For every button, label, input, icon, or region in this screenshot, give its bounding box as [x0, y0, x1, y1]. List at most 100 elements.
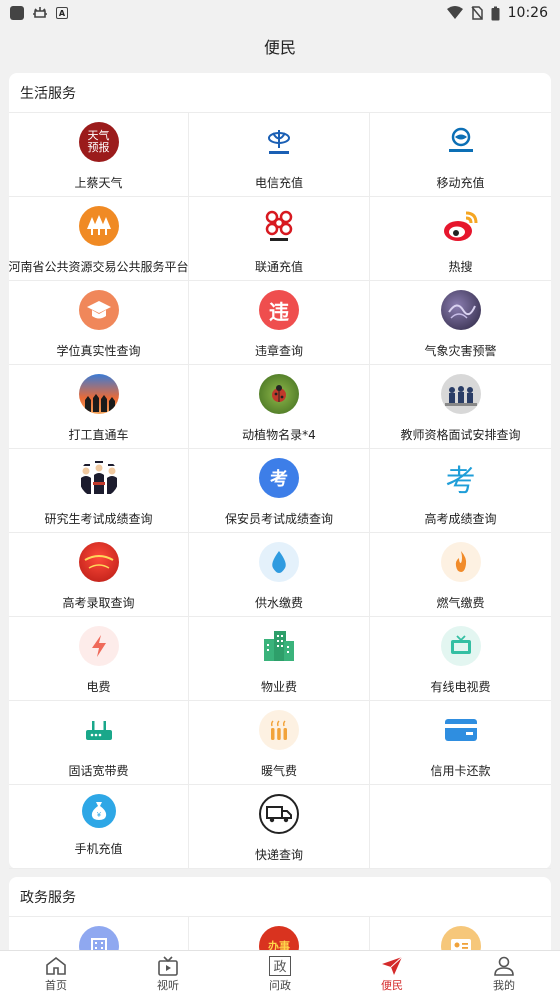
service-label: 违章查询 — [254, 344, 303, 358]
service-label: 快递查询 — [254, 848, 303, 862]
service-label: 固话宽带费 — [68, 764, 129, 778]
service-job-express[interactable]: 打工直通车 — [9, 365, 189, 449]
gaokao-icon: 考 — [445, 464, 476, 498]
bottom-tab-bar: 首页 视听 政 问政 便民 我的 — [0, 950, 560, 997]
service-credit-card-repay[interactable]: 信用卡还款 — [370, 701, 551, 785]
service-heating-fee[interactable]: 暖气费 — [189, 701, 370, 785]
building-icon — [78, 926, 119, 950]
china-telecom-icon — [259, 122, 299, 162]
service-label: 河南省公共资源交易公共服务平台 — [8, 260, 189, 274]
service-violation-query[interactable]: 违 违章查询 — [189, 281, 370, 365]
service-label: 电信充值 — [254, 176, 303, 190]
service-mobile-recharge[interactable]: 移动充值 — [370, 113, 551, 197]
battery-icon — [491, 6, 500, 20]
no-sim-icon — [471, 6, 483, 20]
status-time: 10:26 — [507, 5, 548, 21]
service-postgrad-scores[interactable]: 研究生考试成绩查询 — [9, 449, 189, 533]
tab-label: 便民 — [381, 978, 403, 992]
service-weather-warning[interactable]: 气象灾害预警 — [370, 281, 551, 365]
service-public-resources[interactable]: 河南省公共资源交易公共服务平台 — [9, 197, 189, 281]
lightning-icon — [78, 626, 119, 666]
life-services-card: 生活服务 天气预报 上蔡天气 电信充值 移动充值 河南省公共资源交易公共服务平台 — [9, 73, 551, 869]
service-phone-recharge[interactable]: ¥ 手机充值 — [9, 785, 189, 869]
tab-profile[interactable]: 我的 — [448, 951, 560, 997]
forest-icon — [78, 206, 119, 246]
service-gaokao-admission[interactable]: 高考录取查询 — [9, 533, 189, 617]
china-unicom-icon — [259, 206, 299, 246]
china-mobile-icon — [441, 122, 481, 162]
page-title: 便民 — [263, 38, 296, 57]
money-bag-icon: ¥ — [81, 794, 116, 828]
weather-warning-icon — [440, 290, 481, 330]
section-title-government-services: 政务服务 — [9, 877, 551, 917]
life-services-grid: 天气预报 上蔡天气 电信充值 移动充值 河南省公共资源交易公共服务平台 联通充值 — [9, 113, 551, 869]
service-label: 气象灾害预警 — [424, 344, 497, 358]
admission-icon — [78, 542, 119, 582]
home-icon — [46, 956, 66, 975]
paper-plane-icon — [382, 956, 403, 975]
service-label: 暖气费 — [260, 764, 297, 778]
service-label: 燃气缴费 — [436, 596, 485, 610]
service-label: 有线电视费 — [430, 680, 491, 694]
service-security-exam-scores[interactable]: 考 保安员考试成绩查询 — [189, 449, 370, 533]
tab-label: 我的 — [493, 978, 515, 992]
id-card-icon — [440, 926, 481, 950]
video-icon — [158, 955, 178, 976]
svg-text:¥: ¥ — [97, 812, 101, 819]
service-label: 物业费 — [260, 680, 297, 694]
tab-label: 问政 — [269, 978, 291, 992]
service-gas-payment[interactable]: 燃气缴费 — [370, 533, 551, 617]
government-services-grid: 办事 — [9, 917, 551, 950]
tv-icon — [440, 626, 481, 666]
person-icon — [494, 956, 514, 976]
service-teacher-interview[interactable]: 教师资格面试安排查询 — [370, 365, 551, 449]
credit-card-icon — [441, 710, 481, 750]
flame-icon — [440, 542, 481, 582]
exam-icon: 考 — [259, 458, 299, 498]
service-trending[interactable]: 热搜 — [370, 197, 551, 281]
service-express-tracking[interactable]: 快递查询 — [189, 785, 370, 869]
service-label: 高考成绩查询 — [424, 512, 497, 526]
teacher-icon — [440, 374, 481, 414]
service-gaokao-scores[interactable]: 考 高考成绩查询 — [370, 449, 551, 533]
section-title-life-services: 生活服务 — [9, 73, 551, 113]
service-label: 手机充值 — [74, 842, 123, 856]
notification-square-icon — [10, 6, 24, 20]
router-icon — [79, 710, 119, 750]
service-label: 电费 — [86, 680, 111, 694]
service-weather[interactable]: 天气预报 上蔡天气 — [9, 113, 189, 197]
service-label: 教师资格面试安排查询 — [400, 428, 521, 442]
service-label: 动植物名录*4 — [242, 428, 316, 442]
service-broadband-fee[interactable]: 固话宽带费 — [9, 701, 189, 785]
tab-home[interactable]: 首页 — [0, 951, 112, 997]
govt-service-item[interactable] — [370, 917, 551, 950]
government-services-card: 政务服务 办事 — [9, 877, 551, 950]
govt-service-item[interactable] — [9, 917, 189, 950]
service-telecom-recharge[interactable]: 电信充值 — [189, 113, 370, 197]
graduation-cap-icon — [78, 290, 119, 330]
graduates-icon — [79, 458, 119, 498]
service-cable-tv-fee[interactable]: 有线电视费 — [370, 617, 551, 701]
service-property-fee[interactable]: 物业费 — [189, 617, 370, 701]
service-label: 上蔡天气 — [74, 176, 123, 190]
service-degree-check[interactable]: 学位真实性查询 — [9, 281, 189, 365]
main-content[interactable]: 生活服务 天气预报 上蔡天气 电信充值 移动充值 河南省公共资源交易公共服务平台 — [0, 66, 560, 950]
water-drop-icon — [259, 542, 299, 582]
wifi-icon — [446, 6, 463, 19]
ladybug-icon — [259, 374, 299, 414]
tab-video[interactable]: 视听 — [112, 951, 224, 997]
service-label: 联通充值 — [254, 260, 303, 274]
govt-service-item[interactable]: 办事 — [189, 917, 370, 950]
service-electricity[interactable]: 电费 — [9, 617, 189, 701]
service-water-payment[interactable]: 供水缴费 — [189, 533, 370, 617]
empty-cell — [370, 785, 551, 869]
tab-convenience[interactable]: 便民 — [336, 951, 448, 997]
service-label: 学位真实性查询 — [56, 344, 141, 358]
service-species-directory[interactable]: 动植物名录*4 — [189, 365, 370, 449]
service-unicom-recharge[interactable]: 联通充值 — [189, 197, 370, 281]
a-notification-icon: A — [56, 7, 68, 19]
service-label: 保安员考试成绩查询 — [224, 512, 333, 526]
weather-icon: 天气预报 — [78, 122, 119, 162]
delivery-truck-icon — [259, 794, 299, 834]
tab-govt-inquiry[interactable]: 政 问政 — [224, 951, 336, 997]
